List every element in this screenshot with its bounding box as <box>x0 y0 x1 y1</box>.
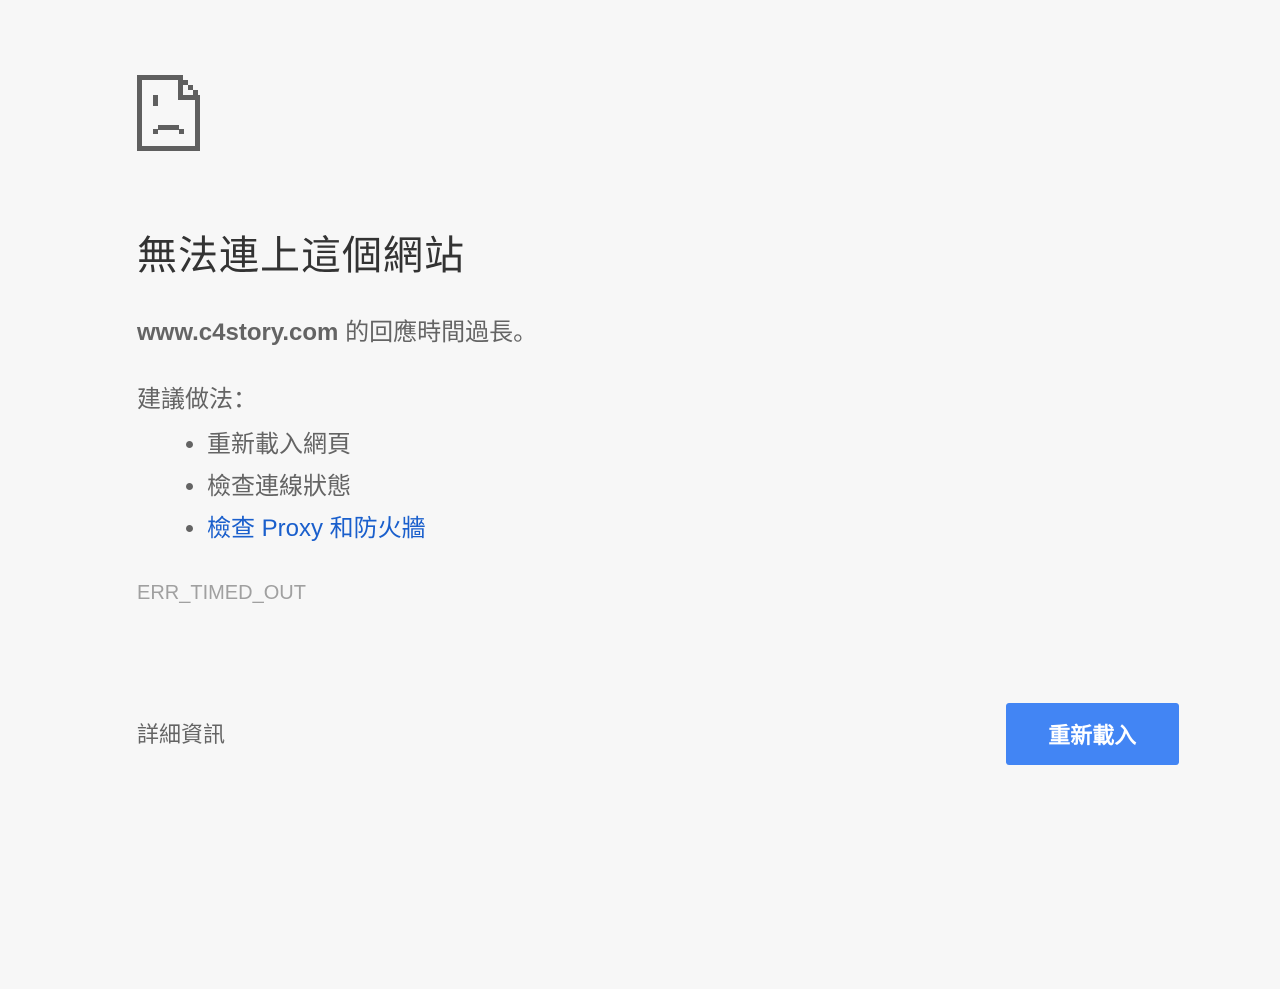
suggestions-heading: 建議做法： <box>137 386 257 413</box>
suggestion-item: 檢查 Proxy 和防火牆 <box>207 508 426 550</box>
reload-button[interactable]: 重新載入 <box>1006 703 1179 765</box>
sad-page-icon <box>137 75 200 151</box>
host-name: www.c4story.com <box>137 319 339 346</box>
check-proxy-firewall-link[interactable]: 檢查 Proxy 和防火牆 <box>207 515 426 542</box>
summary-text: 的回應時間過長。 <box>338 319 538 346</box>
suggestion-item: 檢查連線狀態 <box>207 466 426 508</box>
error-summary: www.c4story.com 的回應時間過長。 <box>137 316 537 350</box>
suggestion-label: 重新載入網頁 <box>207 431 351 458</box>
page-title: 無法連上這個網站 <box>137 234 465 278</box>
details-button[interactable]: 詳細資訊 <box>137 720 225 750</box>
suggestion-label: 檢查連線狀態 <box>207 473 351 500</box>
error-code: ERR_TIMED_OUT <box>137 582 306 604</box>
suggestions-list: 重新載入網頁 檢查連線狀態 檢查 Proxy 和防火牆 <box>137 424 426 550</box>
suggestion-item: 重新載入網頁 <box>207 424 426 466</box>
